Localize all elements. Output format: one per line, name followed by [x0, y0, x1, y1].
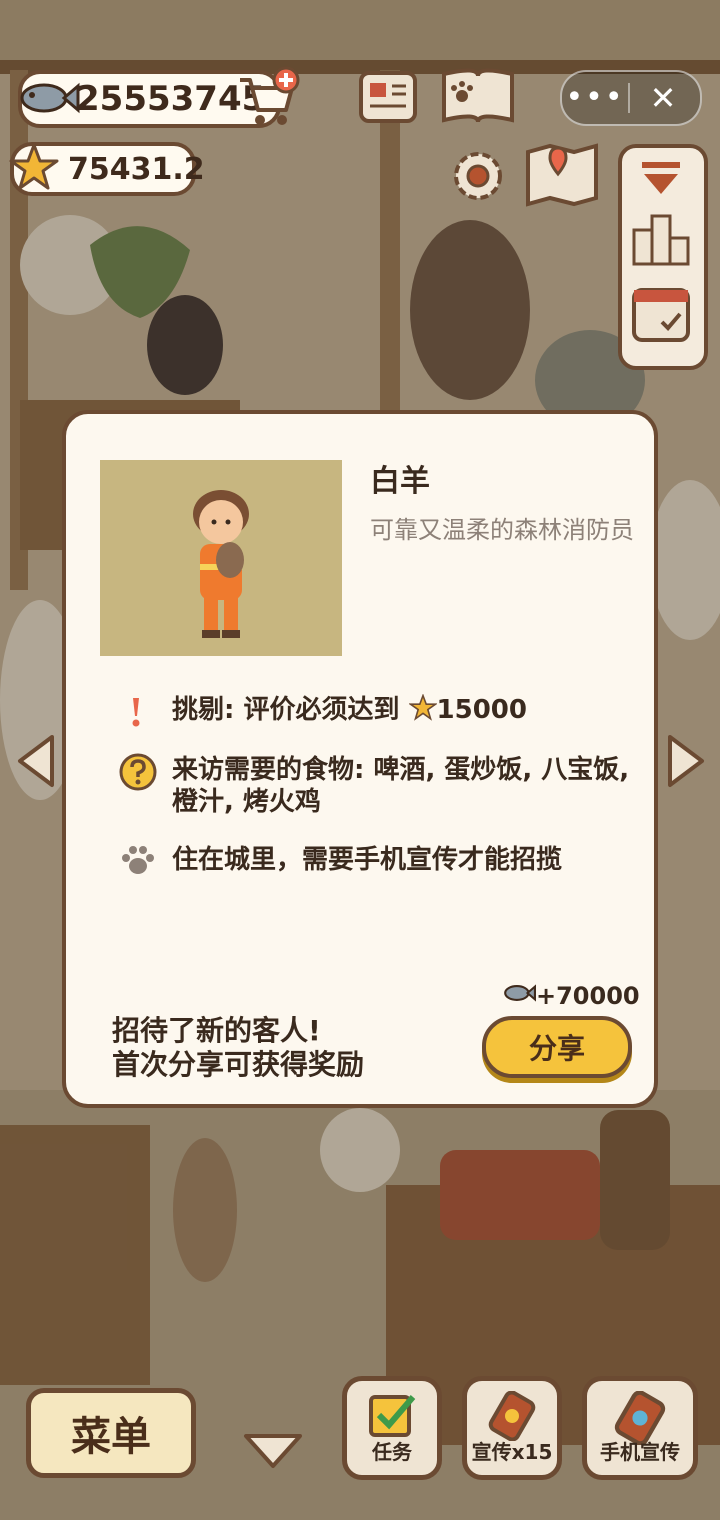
- phone-promote-label: 手机宣传: [600, 1440, 680, 1464]
- paw-icon: [120, 844, 156, 880]
- more-icon[interactable]: •••: [562, 83, 628, 113]
- mini-program-capsule: ••• ✕: [560, 70, 702, 126]
- star-icon: [8, 142, 60, 202]
- promote-label: 宣传x15: [471, 1440, 553, 1464]
- star-count: 75431.2: [68, 151, 205, 187]
- food-requirement-text: 来访需要的食物: 啤酒, 蛋炒饭, 八宝饭, 橙汁, 烤火鸡: [172, 755, 630, 817]
- ranking-icon[interactable]: [630, 208, 692, 272]
- newspaper-icon[interactable]: [358, 70, 418, 128]
- promote-button[interactable]: 宣传x15: [462, 1376, 562, 1480]
- question-icon: [118, 752, 158, 796]
- share-prompt-line2: 首次分享可获得奖励: [112, 1048, 365, 1081]
- reward-amount: +70000: [536, 982, 640, 1010]
- exclamation-icon: [128, 696, 144, 732]
- collapse-icon[interactable]: [640, 160, 682, 200]
- requirement-row: 挑剔: 评价必须达到 15000: [172, 693, 527, 730]
- share-button[interactable]: 分享: [482, 1016, 632, 1078]
- task-button[interactable]: 任务: [342, 1376, 442, 1480]
- arrow-right-icon[interactable]: [662, 733, 710, 793]
- visit-condition-text: 住在城里，需要手机宣传才能招揽: [172, 845, 563, 875]
- share-reward: +70000: [502, 978, 640, 1014]
- share-prompt: 招待了新的客人! 首次分享可获得奖励: [112, 1014, 364, 1082]
- map-icon[interactable]: [524, 142, 600, 212]
- phone-promote-button[interactable]: 手机宣传: [582, 1376, 698, 1480]
- calendar-icon[interactable]: [630, 282, 692, 348]
- requirement-value: 15000: [436, 695, 527, 725]
- customer-info-dialog: 白羊 可靠又温柔的森林消防员 挑剔: 评价必须达到 15000 来访需要的食物:…: [62, 410, 658, 1108]
- down-arrow-icon[interactable]: [242, 1430, 304, 1474]
- star-icon: [407, 693, 438, 730]
- side-menu-panel: [618, 144, 708, 370]
- menu-button[interactable]: 菜单: [26, 1388, 196, 1478]
- close-icon[interactable]: ✕: [630, 79, 696, 117]
- fish-icon: [502, 978, 536, 1014]
- cart-plus-icon[interactable]: [236, 66, 302, 134]
- customer-name: 白羊: [370, 464, 430, 499]
- customer-description: 可靠又温柔的森林消防员: [370, 516, 634, 544]
- fish-icon: [16, 70, 80, 135]
- arrow-left-icon[interactable]: [12, 733, 60, 793]
- paw-book-icon[interactable]: [440, 66, 516, 130]
- share-prompt-line1: 招待了新的客人!: [112, 1014, 321, 1047]
- requirement-label: 挑剔: 评价必须达到: [172, 695, 400, 725]
- star-currency-bar: 75431.2: [9, 142, 205, 196]
- gear-icon[interactable]: [448, 146, 508, 210]
- customer-portrait: [100, 460, 342, 656]
- task-label: 任务: [372, 1440, 412, 1464]
